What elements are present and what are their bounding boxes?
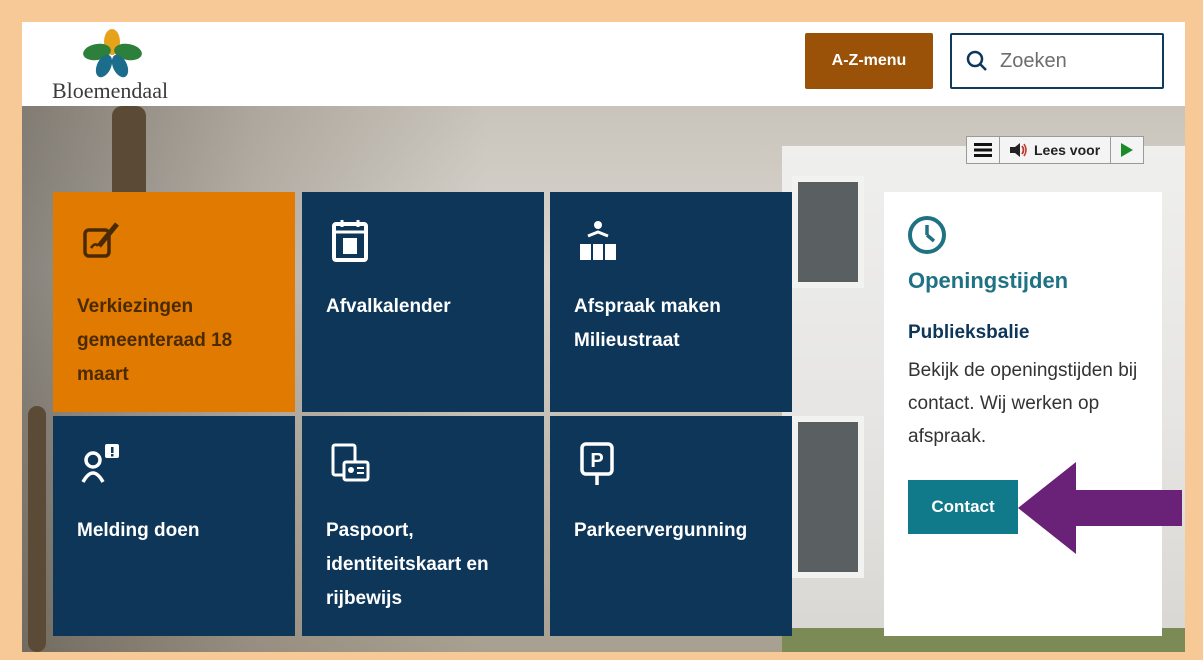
tile-melding-label: Melding doen	[77, 520, 200, 541]
tree-trunk	[28, 406, 46, 652]
search-input[interactable]	[998, 48, 1152, 74]
readspeaker-menu-button[interactable]	[967, 137, 1000, 163]
tile-melding[interactable]: Melding doen	[53, 416, 295, 636]
tile-paspoort[interactable]: Paspoort, identiteitskaart en rijbewijs	[302, 416, 544, 636]
play-button[interactable]	[1111, 137, 1143, 163]
openingstijden-panel: Openingstijden Publieksbalie Bekijk de o…	[884, 192, 1162, 636]
ballot-pencil-icon	[83, 222, 119, 258]
speaker-icon	[1010, 143, 1027, 157]
tile-afvalkalender[interactable]: Afvalkalender	[302, 192, 544, 412]
window	[792, 176, 864, 288]
logo-text: Bloemendaal	[52, 78, 169, 103]
recycling-person-icon	[580, 221, 616, 260]
parking-sign-icon: P	[580, 442, 614, 485]
tile-verkiezingen[interactable]: Verkiezingen gemeenteraad 18 maart	[53, 192, 295, 412]
svg-text:P: P	[590, 450, 603, 472]
site-header: Bloemendaal A-Z-menu	[22, 22, 1185, 106]
hamburger-icon	[974, 143, 992, 157]
tile-verkiezingen-label: Verkiezingen gemeenteraad 18 maart	[77, 296, 233, 385]
calendar-bin-icon	[332, 220, 368, 262]
lees-voor-label: Lees voor	[1034, 142, 1101, 158]
tile-parkeervergunning[interactable]: P Parkeervergunning	[550, 416, 792, 636]
panel-text: Bekijk de openingstijden bij contact. Wi…	[908, 360, 1138, 447]
annotation-arrow-icon	[1018, 462, 1182, 554]
window	[792, 416, 864, 578]
tile-parkeervergunning-label: Parkeervergunning	[574, 520, 748, 541]
search-box[interactable]	[950, 33, 1164, 89]
tile-milieustraat-label: Afspraak maken Milieustraat	[574, 296, 721, 351]
panel-title: Openingstijden	[908, 268, 1069, 293]
logo[interactable]: Bloemendaal	[52, 26, 202, 104]
panel-subtitle: Publieksbalie	[908, 322, 1030, 343]
az-menu-button[interactable]: A-Z-menu	[805, 33, 933, 89]
search-icon	[966, 50, 987, 71]
tile-paspoort-label: Paspoort, identiteitskaart en rijbewijs	[326, 520, 489, 609]
clock-icon	[908, 216, 946, 254]
contact-button[interactable]: Contact	[908, 480, 1018, 534]
tile-milieustraat[interactable]: Afspraak maken Milieustraat	[550, 192, 792, 412]
report-person-icon	[81, 444, 119, 483]
page: Bloemendaal A-Z-menu Zoeken Lees voor Ve…	[22, 22, 1185, 652]
id-card-icon	[331, 443, 370, 482]
readspeaker-bar: Lees voor	[966, 136, 1145, 164]
lees-voor-button[interactable]: Lees voor	[1000, 137, 1112, 163]
play-icon	[1121, 143, 1134, 157]
tile-afvalkalender-label: Afvalkalender	[326, 296, 451, 317]
